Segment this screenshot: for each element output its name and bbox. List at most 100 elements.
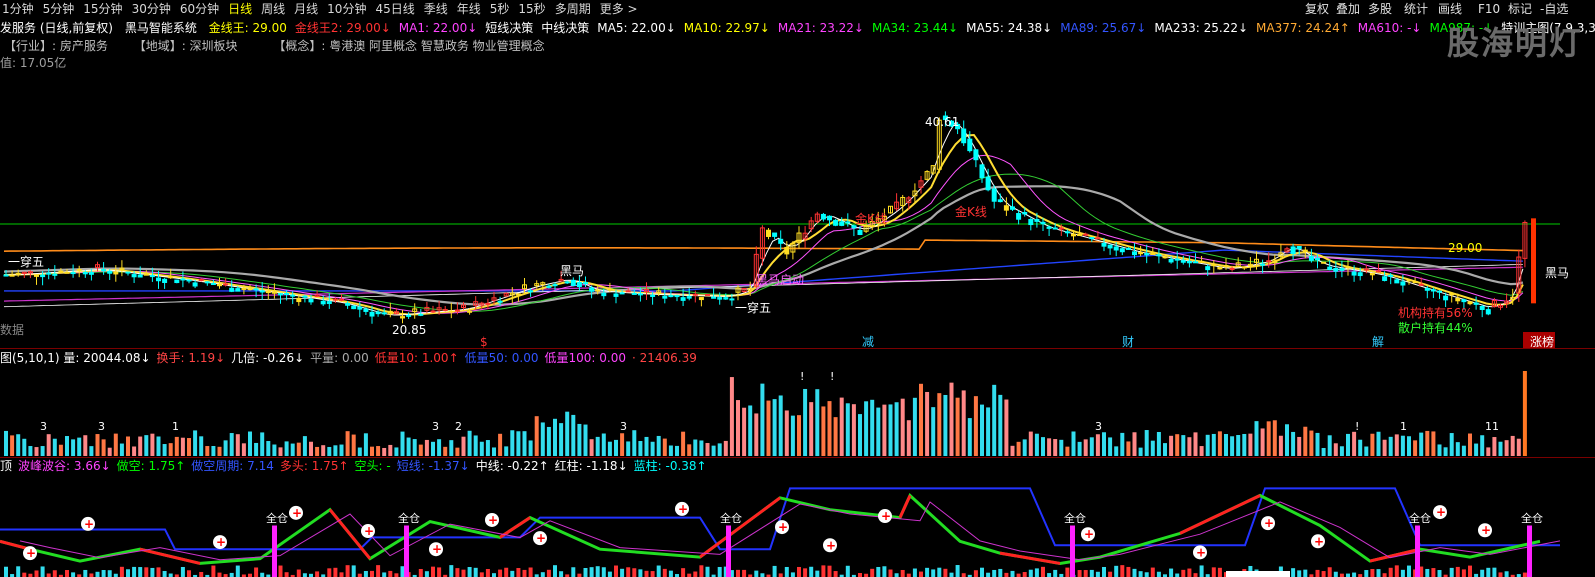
volume-bar: [113, 433, 118, 456]
oscillator-chart[interactable]: 全仓 全仓 全仓 全仓 全仓 全仓 + + + + + + + + + + + + + + + + + +: [0, 474, 1595, 577]
histogram-bar: [315, 571, 320, 577]
timeframe-4[interactable]: 60分钟: [180, 0, 219, 18]
candle-body: [168, 276, 174, 279]
histogram-bar: [1461, 569, 1466, 577]
candle-body: [1022, 212, 1028, 215]
volume-bar: [254, 442, 259, 456]
candle-body: [973, 149, 979, 161]
full-position-bar: [1415, 525, 1420, 577]
toolbar-btn-2[interactable]: 多股: [1368, 0, 1392, 18]
timeframe-14[interactable]: 多周期: [555, 0, 591, 18]
histogram-bar: [1047, 573, 1052, 577]
histogram-bar: [83, 569, 88, 577]
region-label[interactable]: 【地域】: 深圳板块: [134, 37, 238, 55]
volume-chart[interactable]: 3 3 1 3 2 3! !3! 1 11: [0, 366, 1595, 456]
timeframe-15[interactable]: 更多 >: [600, 0, 638, 18]
histogram-bar: [388, 570, 393, 577]
volume-bar: [1169, 435, 1174, 456]
histogram-bar: [1010, 570, 1015, 577]
high-price-label: 40.61: [925, 115, 959, 129]
volume-bar: [126, 436, 130, 456]
plus-marker-14: +: [1264, 516, 1274, 530]
volume-bar: [919, 383, 923, 456]
industry-label[interactable]: 【行业】: 房产服务: [4, 37, 108, 55]
timeframe-7[interactable]: 月线: [294, 0, 318, 18]
volume-bar: [1193, 432, 1198, 456]
full-position-label-3: 全仓: [1064, 511, 1086, 525]
candle-body: [400, 316, 405, 319]
ma-indicator-10: MA89: 25.67↓: [1060, 21, 1147, 35]
event-marker-3: 解: [1372, 335, 1384, 348]
volume-bar: [815, 389, 820, 456]
timeframe-5[interactable]: 日线: [228, 0, 252, 18]
volume-bar: [1309, 430, 1314, 456]
toolbar-btn-4[interactable]: 画线: [1438, 0, 1462, 18]
candle-body: [253, 288, 259, 291]
ma-indicator-2: MA1: 22.00↓: [398, 21, 478, 35]
toolbar-btn-6[interactable]: 标记: [1508, 0, 1532, 18]
volume-bar: [431, 441, 435, 456]
histogram-bar: [992, 569, 997, 577]
timeframe-6[interactable]: 周线: [261, 0, 285, 18]
histogram-bar: [461, 569, 466, 577]
candle-body: [454, 309, 460, 312]
timeframe-8[interactable]: 10分钟: [327, 0, 366, 18]
price-chart[interactable]: 40.6120.8529.00一穿五黑马黑马启动一穿五金K线 金K线黑马机构持有5…: [0, 70, 1595, 348]
histogram-bar: [595, 566, 600, 577]
histogram-bar: [943, 568, 948, 577]
timeframe-12[interactable]: 5秒: [490, 0, 510, 18]
plus-marker-13: +: [1196, 545, 1206, 559]
timeframe-1[interactable]: 5分钟: [43, 0, 75, 18]
volume-bar: [1285, 424, 1289, 456]
histogram-bar: [882, 566, 887, 577]
plus-marker-16: +: [1436, 505, 1446, 519]
concept-label[interactable]: 【概念】: 粤港澳 阿里概念 智慧政务 物业管理概念: [273, 37, 544, 55]
volume-bar: [1461, 445, 1466, 456]
histogram-bar: [199, 571, 204, 577]
timeframe-2[interactable]: 15分钟: [83, 0, 122, 18]
timeframe-10[interactable]: 季线: [424, 0, 448, 18]
histogram-bar: [980, 567, 984, 577]
system-title[interactable]: 黑马智能系统: [125, 19, 197, 37]
volume-bar: [711, 445, 716, 456]
volume-bar: [1156, 431, 1161, 456]
toolbar-btn-3[interactable]: 统计: [1404, 0, 1428, 18]
histogram-bar: [906, 573, 911, 577]
histogram-bar: [1382, 573, 1387, 577]
volume-bar: [95, 434, 100, 456]
timeframe-11[interactable]: 年线: [457, 0, 481, 18]
timeframe-13[interactable]: 15秒: [518, 0, 545, 18]
histogram-bar: [498, 569, 503, 577]
candle-body: [1064, 231, 1070, 234]
volume-bar: [1376, 431, 1381, 456]
volume-bar: [876, 407, 881, 456]
candle-body: [1217, 266, 1223, 270]
candle-body: [162, 278, 168, 283]
timeframe-0[interactable]: 1分钟: [2, 0, 34, 18]
volume-bar: [1431, 431, 1436, 456]
candle-body: [1357, 272, 1363, 277]
candle-body: [570, 279, 576, 286]
volume-bar: [187, 438, 191, 456]
timeframe-9[interactable]: 45日线: [375, 0, 414, 18]
histogram-bar: [1394, 565, 1399, 577]
toolbar-btn-7[interactable]: -自选: [1540, 0, 1568, 18]
volume-bar: [1455, 442, 1460, 456]
volume-bar: [998, 394, 1003, 456]
candle-body: [546, 285, 552, 288]
toolbar-btn-5[interactable]: F10: [1478, 0, 1500, 18]
volume-bar: [248, 431, 252, 456]
volume-bar: [321, 445, 326, 456]
volume-bar: [1468, 433, 1472, 456]
histogram-bar: [1114, 565, 1119, 577]
toolbar-btn-0[interactable]: 复权: [1305, 0, 1329, 18]
timeframe-3[interactable]: 30分钟: [132, 0, 171, 18]
histogram-bar: [540, 572, 545, 577]
volume-bar: [449, 440, 454, 456]
candle-body: [351, 305, 357, 310]
candle-body: [101, 269, 107, 272]
candle-body: [595, 289, 601, 292]
toolbar-btn-1[interactable]: 叠加: [1336, 0, 1360, 18]
candle-body: [198, 279, 204, 282]
volume-mark-5: 3: [620, 420, 627, 433]
